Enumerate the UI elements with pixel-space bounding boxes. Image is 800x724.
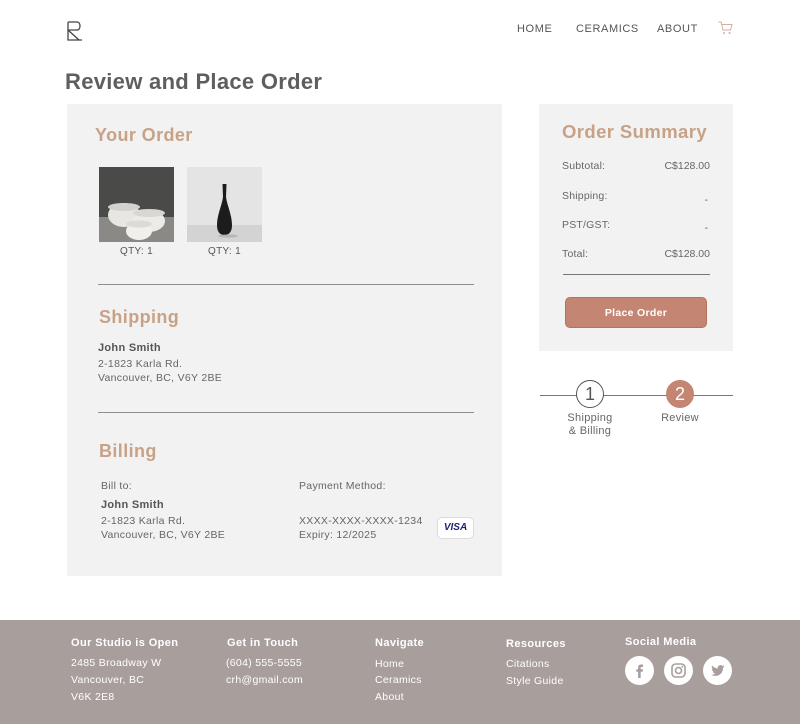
footer-studio-line: Vancouver, BC xyxy=(71,674,145,686)
product-image-vase[interactable] xyxy=(187,167,262,242)
footer-link-style-guide[interactable]: Style Guide xyxy=(506,675,564,687)
card-expiry: Expiry: 12/2025 xyxy=(299,529,377,541)
order-summary-heading: Order Summary xyxy=(562,121,708,142)
facebook-icon[interactable] xyxy=(625,656,654,685)
footer-social-heading: Social Media xyxy=(625,636,697,648)
summary-tax-label: PST/GST: xyxy=(562,219,611,231)
nav-link-ceramics[interactable]: CERAMICS xyxy=(576,23,639,35)
place-order-button[interactable]: Place Order xyxy=(565,297,707,328)
payment-method-label: Payment Method: xyxy=(299,480,386,492)
footer-contact-heading: Get in Touch xyxy=(227,637,299,649)
section-divider xyxy=(98,284,474,285)
footer-email-link[interactable]: crh@gmail.com xyxy=(226,674,303,686)
footer-studio-heading: Our Studio is Open xyxy=(71,637,179,649)
page-title: Review and Place Order xyxy=(65,69,323,94)
summary-total-label: Total: xyxy=(562,248,589,260)
billing-heading: Billing xyxy=(99,441,157,461)
billing-name: John Smith xyxy=(101,499,164,511)
footer-resources-heading: Resources xyxy=(506,638,566,650)
nav-link-about[interactable]: ABOUT xyxy=(657,23,698,35)
step-1-label-line2: & Billing xyxy=(568,425,612,437)
bill-to-label: Bill to: xyxy=(101,480,132,492)
product-image-bowls[interactable] xyxy=(99,167,174,242)
shipping-name: John Smith xyxy=(98,342,161,354)
footer-phone-link[interactable]: (604) 555-5555 xyxy=(226,657,302,669)
main-nav: HOME CERAMICS ABOUT xyxy=(0,23,800,37)
item-qty: QTY: 1 xyxy=(120,246,153,257)
card-number: XXXX-XXXX-XXXX-1234 xyxy=(299,515,423,527)
item-qty: QTY: 1 xyxy=(208,246,241,257)
footer-navigate-heading: Navigate xyxy=(375,637,425,649)
summary-subtotal-label: Subtotal: xyxy=(562,160,606,172)
summary-tax-value: - xyxy=(704,222,709,234)
checkout-progress-line xyxy=(540,395,733,396)
footer-link-about[interactable]: About xyxy=(375,691,404,703)
visa-card-icon: VISA xyxy=(437,517,474,539)
billing-address-line2: Vancouver, BC, V6Y 2BE xyxy=(101,529,226,541)
instagram-icon[interactable] xyxy=(664,656,693,685)
billing-address-line1: 2-1823 Karla Rd. xyxy=(101,515,186,527)
site-footer: Our Studio is Open 2485 Broadway W Vanco… xyxy=(0,620,800,724)
step-1-circle[interactable]: 1 xyxy=(576,380,604,408)
your-order-heading: Your Order xyxy=(95,125,193,145)
nav-link-home[interactable]: HOME xyxy=(517,23,552,35)
footer-link-citations[interactable]: Citations xyxy=(506,658,550,670)
summary-divider xyxy=(563,274,710,275)
footer-studio-line: V6K 2E8 xyxy=(71,691,115,703)
step-2-label[interactable]: Review xyxy=(645,412,715,425)
summary-shipping-value: - xyxy=(704,194,709,206)
shipping-address-line2: Vancouver, BC, V6Y 2BE xyxy=(98,372,223,384)
section-divider xyxy=(98,412,474,413)
summary-total-value: C$128.00 xyxy=(664,248,710,260)
step-2-circle[interactable]: 2 xyxy=(666,380,694,408)
twitter-icon[interactable] xyxy=(703,656,732,685)
cart-icon[interactable] xyxy=(718,21,733,35)
step-1-label-line1: Shipping xyxy=(567,412,613,424)
summary-subtotal-value: C$128.00 xyxy=(664,160,710,172)
shipping-address-line1: 2-1823 Karla Rd. xyxy=(98,358,183,370)
summary-shipping-label: Shipping: xyxy=(562,190,608,202)
step-1-label[interactable]: Shipping & Billing xyxy=(555,412,625,438)
footer-studio-line: 2485 Broadway W xyxy=(71,657,162,669)
footer-link-home[interactable]: Home xyxy=(375,658,404,670)
footer-link-ceramics[interactable]: Ceramics xyxy=(375,674,422,686)
shipping-heading: Shipping xyxy=(99,307,180,327)
